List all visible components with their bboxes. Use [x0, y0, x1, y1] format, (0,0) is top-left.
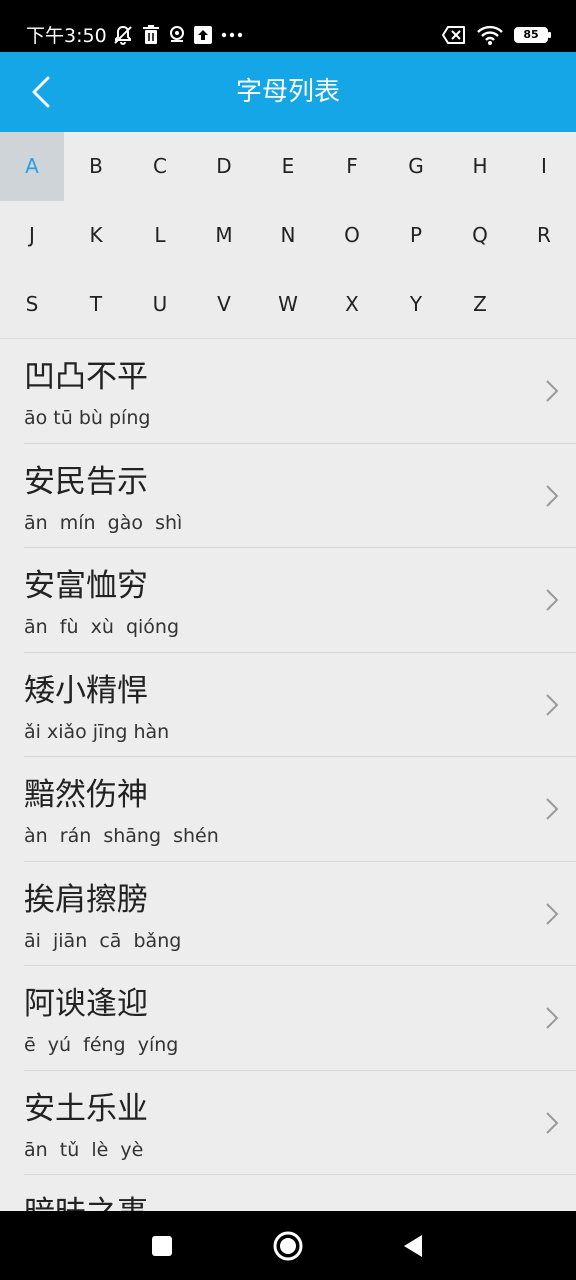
- letter-y[interactable]: Y: [384, 270, 448, 339]
- bell-off-icon: [114, 25, 132, 45]
- idiom-list-item[interactable]: 安土乐业 ān tǔ lè yè: [24, 1071, 576, 1175]
- idiom-list-item[interactable]: 凹凸不平 āo tū bù píng: [24, 339, 576, 444]
- idiom-list-item[interactable]: 安富恤穷 ān fù xù qióng: [24, 548, 576, 653]
- chevron-right-icon: [546, 693, 559, 716]
- navigation-bar: [0, 1211, 576, 1280]
- chevron-right-icon: [546, 380, 559, 402]
- app-bar: 字母列表: [0, 52, 576, 132]
- idiom-name: 凹凸不平: [24, 359, 148, 395]
- trash-icon: [143, 25, 159, 44]
- letter-w[interactable]: W: [256, 270, 320, 339]
- chevron-right-icon: [546, 1111, 559, 1134]
- back-button[interactable]: [396, 1228, 432, 1264]
- letter-q[interactable]: Q: [448, 201, 512, 270]
- chevron-right-icon: [546, 589, 559, 611]
- battery-icon: 85: [514, 27, 551, 43]
- idiom-name: 安富恤穷: [24, 568, 148, 604]
- status-bar: 下午3:50 85: [0, 0, 576, 52]
- letter-m[interactable]: M: [192, 201, 256, 270]
- idiom-pinyin: ē yú féng yíng: [24, 1034, 179, 1056]
- notification-icons: [112, 22, 244, 48]
- letter-a[interactable]: A: [0, 132, 64, 201]
- letter-u[interactable]: U: [128, 270, 192, 339]
- letter-z[interactable]: Z: [448, 270, 512, 339]
- idiom-pinyin: ān mín gào shì: [24, 511, 183, 534]
- idiom-pinyin: àn rán shāng shén: [24, 825, 219, 847]
- letter-n[interactable]: N: [256, 201, 320, 270]
- page-title: 字母列表: [235, 77, 340, 107]
- idiom-name: 安民告示: [24, 463, 148, 500]
- idiom-list: 凹凸不平 āo tū bù píng 安民告示 ān mín gào shì 安富恤穷 ā…: [0, 339, 576, 1211]
- more-icon: [221, 32, 243, 38]
- idiom-name: 矮小精悍: [24, 672, 148, 709]
- home-button[interactable]: [270, 1228, 306, 1264]
- idiom-list-item[interactable]: 阿谀逢迎 ē yú féng yíng: [24, 966, 576, 1071]
- letter-t[interactable]: T: [64, 270, 128, 339]
- letter-h[interactable]: H: [448, 132, 512, 201]
- letter-o[interactable]: O: [320, 201, 384, 270]
- chevron-right-icon: [546, 484, 559, 507]
- letter-d[interactable]: D: [192, 132, 256, 201]
- idiom-pinyin: āi jiān cā bǎng: [24, 929, 182, 952]
- letter-g[interactable]: G: [384, 132, 448, 201]
- letter-s[interactable]: S: [0, 270, 64, 339]
- status-time: 下午3:50: [26, 25, 107, 47]
- letter-x[interactable]: X: [320, 270, 384, 339]
- chevron-right-icon: [546, 902, 559, 925]
- idiom-list-item[interactable]: 挨肩擦膀 āi jiān cā bǎng: [24, 862, 576, 966]
- idiom-list-item[interactable]: 黯然伤神 àn rán shāng shén: [24, 757, 576, 862]
- letter-e[interactable]: E: [256, 132, 320, 201]
- idiom-name: 阿谀逢迎: [24, 986, 148, 1022]
- idiom-pinyin: āo tū bù píng: [24, 407, 151, 429]
- letter-f[interactable]: F: [320, 132, 384, 201]
- letter-b[interactable]: B: [64, 132, 128, 201]
- letter-j[interactable]: J: [0, 201, 64, 270]
- idiom-list-item[interactable]: 暗昧之事: [24, 1175, 576, 1211]
- no-sim-icon: [442, 26, 465, 44]
- idiom-pinyin: ǎi xiǎo jīng hàn: [24, 720, 170, 743]
- location-icon: [170, 26, 184, 42]
- system-icons: 85: [442, 22, 551, 48]
- idiom-name: 暗昧之事: [24, 1193, 148, 1211]
- letter-l[interactable]: L: [128, 201, 192, 270]
- idiom-name: 安土乐业: [24, 1090, 148, 1127]
- idiom-list-item[interactable]: 安民告示 ān mín gào shì: [24, 444, 576, 548]
- letter-index-grid: ABCDEFGHI JKLMNOPQR STUVWXYZ: [0, 132, 576, 339]
- idiom-name: 挨肩擦膀: [24, 881, 148, 918]
- letter-p[interactable]: P: [384, 201, 448, 270]
- letter-r[interactable]: R: [512, 201, 576, 270]
- chevron-right-icon: [546, 1007, 559, 1029]
- letter-i[interactable]: I: [512, 132, 576, 201]
- letter-k[interactable]: K: [64, 201, 128, 270]
- idiom-pinyin: ān fù xù qióng: [24, 616, 180, 638]
- idiom-list-item[interactable]: 矮小精悍 ǎi xiǎo jīng hàn: [24, 653, 576, 757]
- idiom-name: 黯然伤神: [24, 777, 148, 813]
- idiom-pinyin: ān tǔ lè yè: [24, 1138, 144, 1161]
- chevron-right-icon: [546, 798, 559, 820]
- upload-icon: [194, 26, 212, 44]
- letter-v[interactable]: V: [192, 270, 256, 339]
- wifi-icon: [477, 25, 503, 45]
- recents-button[interactable]: [144, 1228, 180, 1264]
- letter-c[interactable]: C: [128, 132, 192, 201]
